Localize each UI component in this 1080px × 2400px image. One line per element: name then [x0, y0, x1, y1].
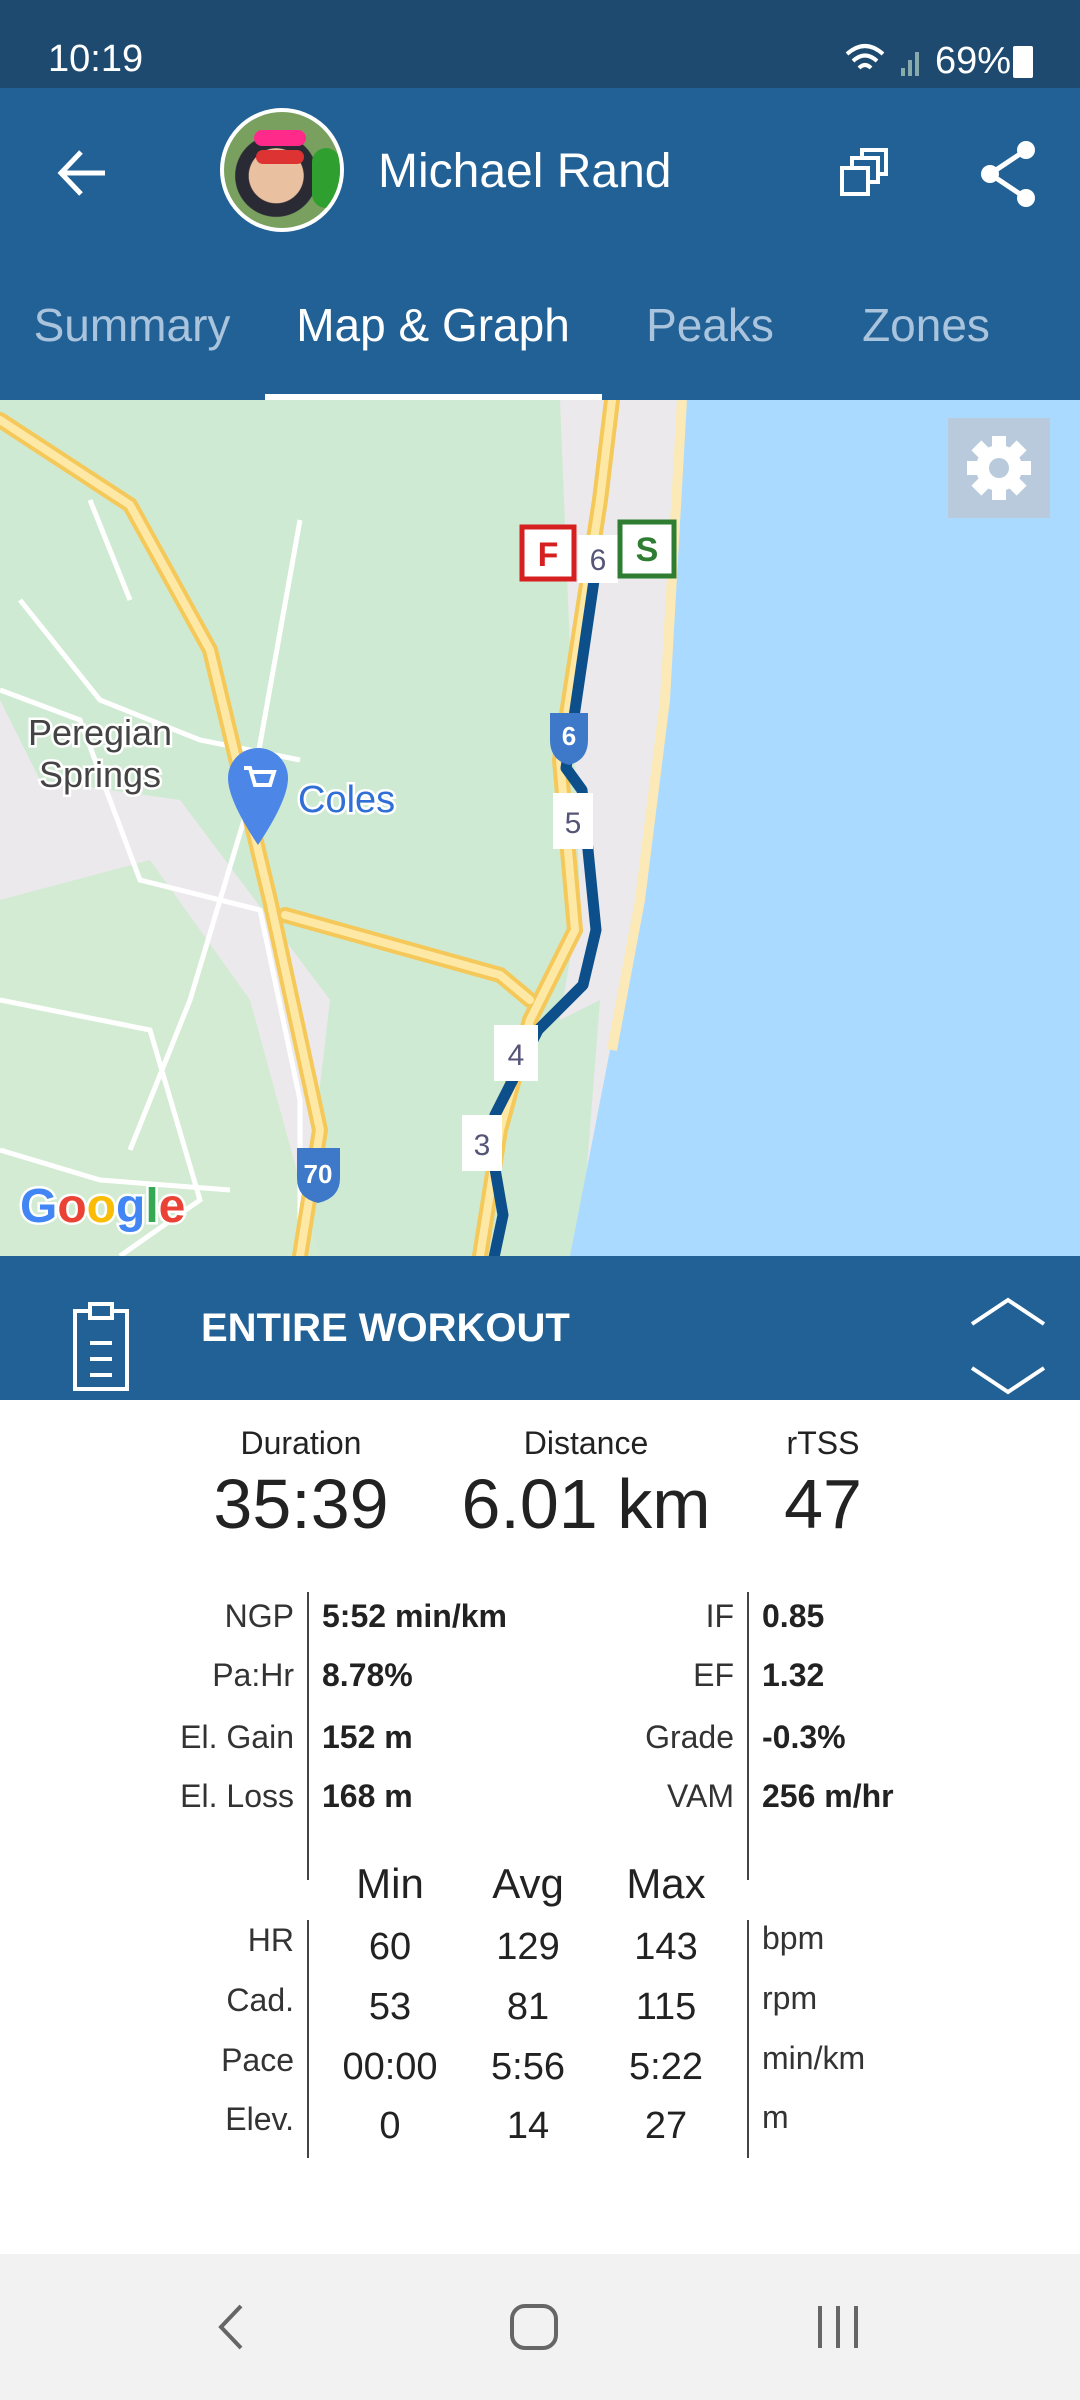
metric-value: 5:52 min/km [322, 1598, 507, 1634]
finish-marker: F [519, 524, 577, 582]
svg-text:S: S [636, 531, 659, 569]
row-unit: rpm [762, 1980, 818, 2016]
rtss-label: rTSS [786, 1425, 860, 1461]
nav-back-icon[interactable] [215, 2302, 245, 2352]
user-name: Michael Rand [378, 145, 672, 198]
copy-icon[interactable] [838, 148, 890, 200]
segment-title: ENTIRE WORKOUT [201, 1306, 570, 1350]
highway-6-shield: 6 [550, 713, 588, 765]
cell-min: 60 [368, 1926, 412, 1968]
route-map[interactable]: 6 70 Peregian Springs Coles F 6 S 5 4 3 … [0, 400, 1080, 1256]
distance-label: Distance [523, 1425, 649, 1461]
km-marker: 6 [578, 535, 618, 583]
col-header-min: Min [356, 1860, 424, 1907]
cell-avg: 129 [496, 1926, 560, 1968]
km-marker: 4 [494, 1025, 538, 1081]
cell-max: 115 [635, 1986, 697, 2028]
gear-icon [967, 436, 1031, 500]
km-marker: 5 [553, 793, 593, 849]
divider [747, 1920, 749, 2158]
metric-value: -0.3% [762, 1719, 846, 1755]
row-label: HR [247, 1922, 294, 1958]
cell-avg: 81 [506, 1986, 550, 2028]
row-unit: m [762, 2099, 789, 2135]
metric-value: 1.32 [762, 1657, 825, 1693]
row-label: Elev. [225, 2101, 294, 2137]
tab-map-graph[interactable]: Map & Graph [296, 298, 570, 352]
cell-min: 0 [379, 2105, 401, 2147]
cell-max: 143 [634, 1926, 698, 1968]
system-nav-bar [0, 2254, 1080, 2400]
workout-stats: Duration 35:39 Distance 6.01 km rTSS 47 … [0, 1400, 1080, 2254]
svg-text:5: 5 [565, 807, 582, 840]
clipboard-icon [73, 1302, 129, 1391]
cell-avg: 14 [506, 2105, 550, 2147]
metric-value: 168 m [322, 1778, 413, 1814]
avatar[interactable] [220, 108, 344, 232]
metric-value: 0.85 [762, 1598, 825, 1634]
metric-label: EF [693, 1657, 734, 1693]
cell-avg: 5:56 [491, 2046, 565, 2088]
battery-percent: 69% [935, 40, 1012, 82]
row-unit: bpm [762, 1920, 825, 1956]
nav-recents-icon[interactable] [815, 2304, 861, 2350]
map-settings-button[interactable] [948, 418, 1050, 518]
row-unit: min/km [762, 2040, 866, 2076]
metric-value: 152 m [322, 1719, 413, 1755]
rtss-value: 47 [784, 1465, 862, 1543]
col-header-avg: Avg [492, 1860, 564, 1907]
cell-min: 00:00 [342, 2046, 438, 2088]
highway-70-shield: 70 [297, 1148, 340, 1203]
map-canvas[interactable]: 6 70 Peregian Springs Coles F 6 S 5 4 3 … [0, 400, 1080, 1256]
cell-max: 27 [644, 2105, 688, 2147]
poi-label: Coles [298, 779, 395, 821]
metric-value: 8.78% [322, 1657, 413, 1693]
divider [307, 1920, 309, 2158]
row-label: Pace [221, 2042, 294, 2078]
metric-label: Grade [645, 1719, 734, 1755]
tab-summary[interactable]: Summary [34, 298, 231, 352]
svg-text:3: 3 [474, 1129, 491, 1162]
metric-label: VAM [667, 1778, 734, 1814]
google-logo: Google [20, 1180, 185, 1233]
place-label: Peregian [28, 712, 172, 753]
battery-icon [1013, 46, 1033, 78]
tab-peaks[interactable]: Peaks [646, 298, 774, 352]
nav-home-icon[interactable] [510, 2304, 558, 2350]
start-marker: S [617, 519, 677, 579]
svg-text:F: F [538, 536, 559, 574]
metric-label: El. Gain [180, 1719, 294, 1755]
svg-text:6: 6 [590, 544, 607, 577]
svg-text:70: 70 [304, 1159, 333, 1189]
share-icon[interactable] [978, 140, 1038, 208]
back-arrow-icon[interactable] [55, 146, 109, 200]
duration-value: 35:39 [213, 1465, 389, 1543]
km-marker: 3 [462, 1115, 502, 1171]
tab-zones[interactable]: Zones [862, 298, 990, 352]
distance-value: 6.01 km [461, 1465, 711, 1543]
place-label: Springs [39, 754, 161, 795]
clock: 10:19 [48, 38, 144, 80]
expand-collapse-icon[interactable] [970, 1296, 1046, 1396]
metric-value: 256 m/hr [762, 1778, 894, 1814]
metric-label: Pa:Hr [212, 1657, 294, 1693]
wifi-signal-icon [845, 44, 919, 76]
segment-selector-bar[interactable]: ENTIRE WORKOUT [0, 1256, 1080, 1400]
divider [747, 1592, 749, 1880]
row-label: Cad. [226, 1982, 294, 2018]
metric-label: NGP [224, 1598, 294, 1634]
svg-text:6: 6 [562, 721, 576, 751]
cell-min: 53 [368, 1986, 412, 2028]
duration-label: Duration [240, 1425, 362, 1461]
status-bar: 10:19 69% [0, 0, 1080, 88]
metric-label: El. Loss [180, 1778, 294, 1814]
divider [307, 1592, 309, 1880]
cell-max: 5:22 [629, 2046, 703, 2088]
col-header-max: Max [626, 1860, 706, 1907]
metric-label: IF [705, 1598, 734, 1634]
svg-text:4: 4 [508, 1039, 525, 1072]
app-header: Michael Rand Summary Map & Graph Peaks Z… [0, 88, 1080, 400]
